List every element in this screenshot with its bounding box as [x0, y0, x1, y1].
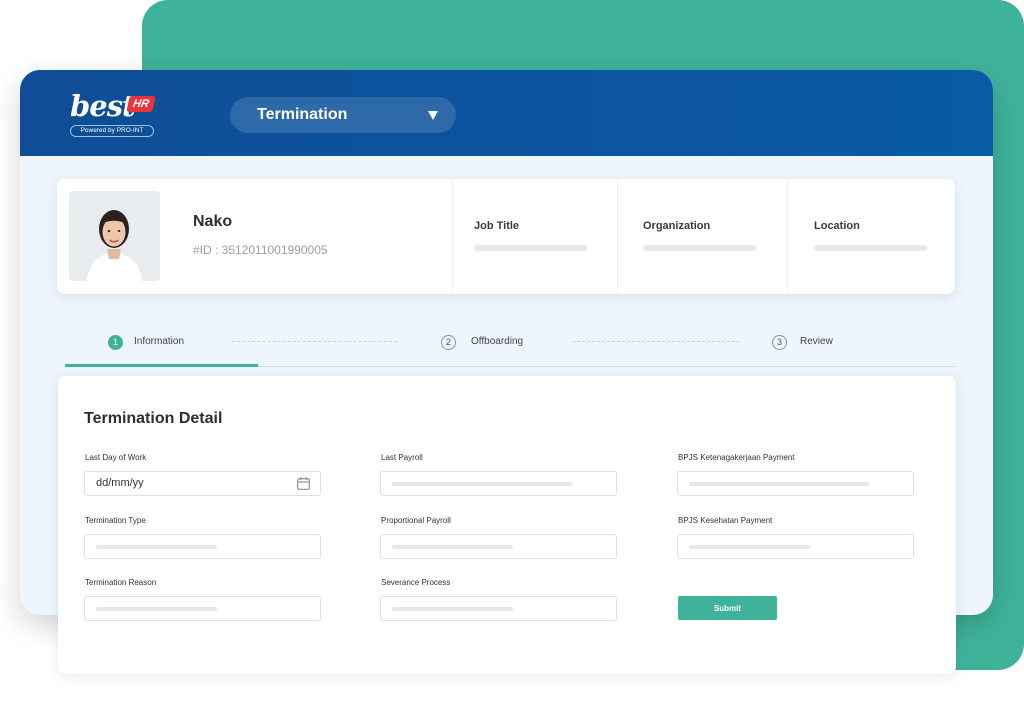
besthr-logo[interactable]: best HR Powered by PRO-INT — [68, 90, 158, 140]
info-value-placeholder — [474, 245, 587, 251]
info-location: Location — [787, 179, 955, 294]
step-label: Information — [134, 336, 185, 347]
termination-type-label: Termination Type — [85, 516, 146, 525]
field-value-placeholder — [392, 545, 513, 549]
info-organization: Organization — [617, 179, 787, 294]
severance-process-label: Severance Process — [381, 578, 451, 587]
step-indicator: 1 Information 2 Offboarding 3 Review — [65, 322, 955, 368]
info-label: Job Title — [474, 220, 520, 232]
termination-type-input[interactable] — [84, 534, 321, 559]
step-number: 3 — [772, 334, 787, 350]
field-value-placeholder — [96, 545, 217, 549]
proportional-payroll-input[interactable] — [380, 534, 617, 559]
field-value-placeholder — [392, 482, 572, 486]
form-title: Termination Detail — [84, 410, 223, 427]
info-value-placeholder — [814, 245, 927, 251]
proportional-payroll-label: Proportional Payroll — [381, 516, 451, 525]
employee-photo — [69, 191, 160, 281]
step-label: Offboarding — [471, 336, 524, 347]
last-day-of-work-input[interactable]: dd/mm/yy — [84, 471, 321, 496]
employee-id: #ID : 3512011001990005 — [193, 243, 328, 257]
last-day-of-work-label: Last Day of Work — [85, 453, 147, 462]
field-value-placeholder — [392, 607, 513, 611]
field-value-placeholder — [689, 545, 810, 549]
calendar-icon[interactable] — [297, 477, 310, 490]
info-label: Organization — [643, 220, 711, 232]
termination-reason-input[interactable] — [84, 596, 321, 621]
field-value-placeholder — [96, 607, 217, 611]
bpjs-kesehatan-label: BPJS Kesehatan Payment — [678, 516, 773, 525]
employee-profile-card: Nako #ID : 3512011001990005 Job Title Or… — [57, 179, 955, 294]
severance-process-input[interactable] — [380, 596, 617, 621]
bpjs-ketenagakerjaan-input[interactable] — [677, 471, 914, 496]
module-dropdown-value: Termination — [257, 106, 348, 123]
bpjs-ketenagakerjaan-label: BPJS Ketenagakerjaan Payment — [678, 453, 795, 462]
avatar-illustration — [69, 191, 160, 281]
field-value-placeholder — [689, 482, 869, 486]
logo-hr-badge: HR — [126, 96, 156, 112]
termination-detail-form: Termination Detail Last Day of Work dd/m… — [58, 376, 956, 674]
info-label: Location — [814, 220, 860, 232]
step-number: 1 — [108, 334, 123, 350]
last-payroll-label: Last Payroll — [381, 453, 423, 462]
step-connector — [232, 341, 397, 342]
submit-button[interactable]: Submit — [678, 596, 777, 620]
step-number: 2 — [441, 334, 456, 350]
step-label: Review — [800, 336, 833, 347]
info-value-placeholder — [643, 245, 756, 251]
termination-reason-label: Termination Reason — [85, 578, 157, 587]
bpjs-kesehatan-input[interactable] — [677, 534, 914, 559]
last-payroll-input[interactable] — [380, 471, 617, 496]
top-navigation-bar: best HR Powered by PRO-INT Termination — [20, 70, 993, 156]
module-dropdown[interactable]: Termination — [230, 97, 456, 133]
logo-wordmark: best — [70, 89, 135, 123]
employee-name: Nako — [193, 213, 233, 230]
info-job-title: Job Title — [452, 179, 617, 294]
stepper-active-indicator — [65, 364, 258, 367]
step-connector — [572, 341, 740, 342]
caret-down-icon — [428, 111, 438, 120]
date-placeholder: dd/mm/yy — [96, 477, 144, 489]
logo-powered-by: Powered by PRO-INT — [70, 125, 154, 137]
